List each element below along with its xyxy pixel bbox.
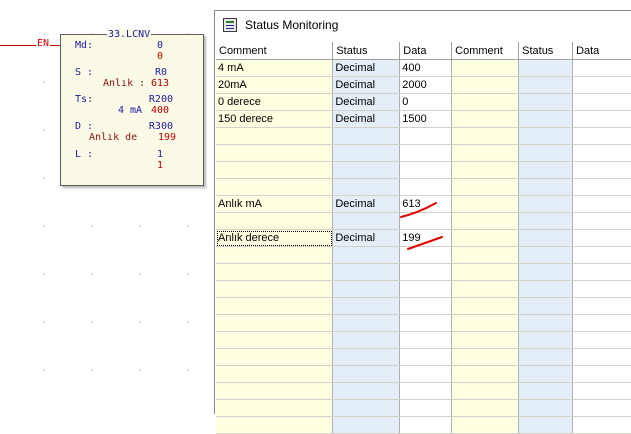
comment-cell-2[interactable]: [451, 416, 520, 434]
red-check-mark-199: [407, 236, 443, 250]
status-cell-2[interactable]: [518, 416, 574, 434]
status-cell[interactable]: [332, 416, 401, 434]
red-check-mark-613: [400, 202, 437, 218]
annotation-layer: [400, 202, 443, 250]
data-cell-2[interactable]: [572, 416, 631, 434]
grid-row[interactable]: [216, 416, 631, 434]
comment-cell[interactable]: [216, 416, 334, 434]
data-cell[interactable]: [399, 416, 453, 434]
